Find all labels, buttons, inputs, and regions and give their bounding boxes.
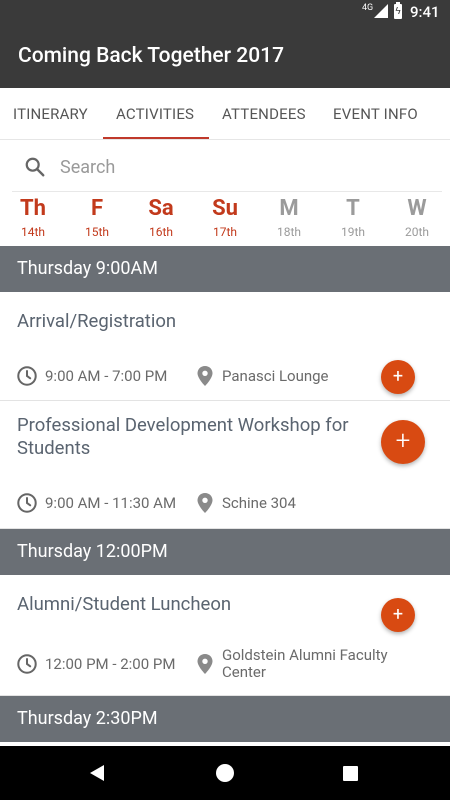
system-nav-bar [0, 746, 450, 800]
event-title: Professional Development Workshop for St… [17, 414, 349, 459]
home-icon[interactable] [216, 764, 234, 782]
search-bar [0, 142, 450, 192]
clock-icon [17, 366, 37, 386]
day-number: 20th [404, 225, 430, 239]
section-label: Thursday 12:00PM [17, 541, 168, 562]
section-header: Thursday 9:00AM [0, 246, 450, 292]
clock-icon [17, 654, 37, 674]
day-monday[interactable]: M 18th [264, 194, 314, 240]
app-bar: Coming Back Together 2017 [0, 24, 450, 88]
tab-activities[interactable]: ACTIVITIES [116, 88, 194, 140]
day-thursday[interactable]: Th 14th [8, 194, 58, 240]
section-label: Thursday 2:30PM [17, 708, 158, 729]
day-selector: Th 14th F 15th Sa 16th Su 17th M 18th T … [0, 194, 450, 246]
search-icon[interactable] [24, 156, 46, 178]
day-saturday[interactable]: Sa 16th [136, 194, 186, 240]
status-time: 9:41 [410, 3, 440, 21]
day-abbr: T [346, 196, 360, 221]
day-wednesday[interactable]: W 20th [392, 194, 442, 240]
day-abbr: Sa [148, 196, 174, 221]
event-location: Schine 304 [222, 494, 296, 512]
recent-apps-icon[interactable] [343, 766, 358, 781]
event-location: Goldstein Alumni Faculty Center [222, 646, 388, 681]
day-abbr: W [407, 196, 427, 221]
status-bar: 4G ϟ 9:41 [0, 0, 450, 24]
event-time: 9:00 AM - 11:30 AM [45, 494, 177, 512]
day-abbr: Th [20, 196, 46, 221]
network-type: 4G [362, 3, 374, 13]
clock-icon [17, 493, 37, 513]
signal-icon [374, 4, 388, 18]
location-pin-icon [197, 493, 213, 513]
tab-bar: ITINERARY ACTIVITIES ATTENDEES EVENT INF… [0, 88, 450, 140]
section-label: Thursday 9:00AM [17, 258, 158, 279]
section-header: Thursday 12:00PM [0, 529, 450, 575]
charging-icon: ϟ [395, 6, 401, 17]
page-title: Coming Back Together 2017 [18, 44, 285, 68]
section-header: Thursday 2:30PM [0, 696, 450, 742]
day-tuesday[interactable]: T 19th [328, 194, 378, 240]
active-tab-indicator [103, 137, 209, 139]
activity-list[interactable]: Thursday 9:00AM Arrival/Registration + 9… [0, 246, 450, 746]
add-to-itinerary-button[interactable]: + [381, 420, 425, 464]
day-number: 15th [84, 225, 110, 239]
day-friday[interactable]: F 15th [72, 194, 122, 240]
tab-itinerary[interactable]: ITINERARY [13, 88, 88, 140]
add-to-itinerary-button[interactable]: + [381, 360, 415, 394]
day-number: 14th [20, 225, 46, 239]
location-pin-icon [197, 366, 213, 386]
event-time: 12:00 PM - 2:00 PM [45, 655, 176, 673]
location-pin-icon [197, 654, 213, 674]
event-title: Arrival/Registration [17, 310, 177, 332]
event-time: 9:00 AM - 7:00 PM [45, 367, 168, 385]
search-input[interactable] [60, 152, 430, 182]
add-to-itinerary-button[interactable]: + [381, 598, 415, 632]
tab-event-info[interactable]: EVENT INFO [333, 88, 418, 140]
day-number: 17th [212, 225, 238, 239]
day-abbr: F [90, 196, 104, 221]
tab-attendees[interactable]: ATTENDEES [222, 88, 306, 140]
back-icon[interactable] [90, 765, 104, 781]
day-number: 16th [148, 225, 174, 239]
day-sunday[interactable]: Su 17th [200, 194, 250, 240]
day-abbr: Su [212, 196, 238, 221]
day-number: 18th [276, 225, 302, 239]
event-title: Alumni/Student Luncheon [17, 593, 232, 615]
event-location: Panasci Lounge [222, 367, 329, 385]
divider [12, 191, 442, 192]
day-abbr: M [279, 196, 299, 221]
day-number: 19th [340, 225, 366, 239]
